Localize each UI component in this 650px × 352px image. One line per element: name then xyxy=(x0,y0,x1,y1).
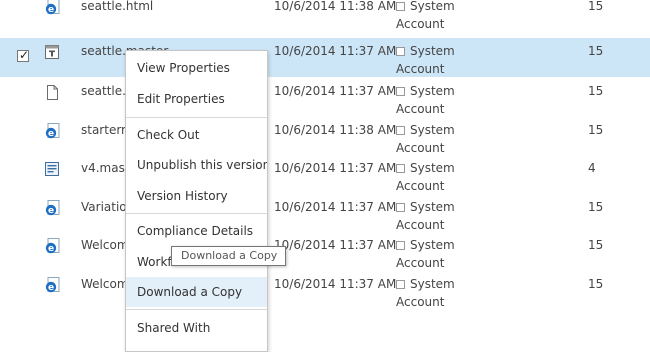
version-number: 4 xyxy=(588,161,596,175)
svg-text:e: e xyxy=(48,283,54,293)
ie-html-file-icon: e xyxy=(44,0,60,16)
ie-html-file-icon: e xyxy=(44,200,60,217)
ie-html-file-icon: e xyxy=(44,123,60,140)
modified-by-user[interactable]: System xyxy=(410,277,455,291)
modified-by-user-line2[interactable]: Account xyxy=(396,17,444,31)
table-row[interactable]: e starterm 10/6/2014 11:38 AM System Acc… xyxy=(0,117,650,156)
menu-item-view-properties[interactable]: View Properties xyxy=(126,53,267,83)
menu-item-shared-with[interactable]: Shared With xyxy=(126,313,267,343)
modified-by-user[interactable]: System xyxy=(410,0,455,13)
presence-indicator xyxy=(396,47,405,56)
modified-date: 10/6/2014 11:37 AM xyxy=(274,161,397,175)
table-row[interactable]: e Welcome 10/6/2014 11:37 AM System Acco… xyxy=(0,271,650,310)
presence-indicator xyxy=(396,164,405,173)
context-menu: View Properties Edit Properties Check Ou… xyxy=(125,50,268,352)
table-row[interactable]: e Variation 10/6/2014 11:37 AM System Ac… xyxy=(0,194,650,233)
version-number: 15 xyxy=(588,123,604,137)
ie-html-file-icon: e xyxy=(44,277,60,294)
presence-indicator xyxy=(396,126,405,135)
menu-separator xyxy=(126,309,267,310)
modified-by-user-line2[interactable]: Account xyxy=(396,295,444,309)
modified-date: 10/6/2014 11:38 AM xyxy=(274,0,397,13)
version-number: 15 xyxy=(588,277,604,291)
svg-text:e: e xyxy=(48,129,54,139)
svg-text:e: e xyxy=(48,244,54,254)
modified-date: 10/6/2014 11:37 AM xyxy=(274,44,397,58)
modified-date: 10/6/2014 11:38 AM xyxy=(274,123,397,137)
modified-by-user-line2[interactable]: Account xyxy=(396,62,444,76)
modified-by-user[interactable]: System xyxy=(410,84,455,98)
version-number: 15 xyxy=(588,238,604,252)
version-number: 15 xyxy=(588,84,604,98)
table-row[interactable]: seattle.p 10/6/2014 11:37 AM System Acco… xyxy=(0,78,650,117)
menu-item-version-history[interactable]: Version History xyxy=(126,181,267,211)
menu-separator xyxy=(126,213,267,214)
version-number: 15 xyxy=(588,200,604,214)
modified-by-user-line2[interactable]: Account xyxy=(396,218,444,232)
modified-by-user[interactable]: System xyxy=(410,161,455,175)
presence-indicator xyxy=(396,280,405,289)
version-number: 15 xyxy=(588,0,604,13)
menu-separator xyxy=(126,117,267,118)
presence-indicator xyxy=(396,203,405,212)
modified-date: 10/6/2014 11:37 AM xyxy=(274,84,397,98)
presence-indicator xyxy=(396,241,405,250)
ie-html-file-icon: e xyxy=(44,238,60,255)
svg-text:e: e xyxy=(48,206,54,216)
modified-by-user-line2[interactable]: Account xyxy=(396,256,444,270)
modified-by-user-line2[interactable]: Account xyxy=(396,141,444,155)
tooltip: Download a Copy xyxy=(171,246,287,266)
modified-date: 10/6/2014 11:37 AM xyxy=(274,200,397,214)
modified-by-user-line2[interactable]: Account xyxy=(396,179,444,193)
menu-item-compliance-details[interactable]: Compliance Details xyxy=(126,216,267,246)
table-row-selected[interactable]: ✓ seattle.master 10/6/2014 11:37 AM Syst… xyxy=(0,38,650,77)
svg-text:e: e xyxy=(48,5,54,15)
presence-indicator xyxy=(396,2,405,11)
table-row[interactable]: v4.maste 10/6/2014 11:37 AM System Accou… xyxy=(0,155,650,194)
file-name-link[interactable]: seattle.html xyxy=(81,0,153,13)
master-page-file-icon xyxy=(44,44,60,61)
table-row[interactable]: e Welcome 10/6/2014 11:37 AM System Acco… xyxy=(0,232,650,271)
blank-file-icon xyxy=(44,84,60,101)
version-number: 15 xyxy=(588,44,604,58)
modified-date: 10/6/2014 11:37 AM xyxy=(274,238,397,252)
modified-date: 10/6/2014 11:37 AM xyxy=(274,277,397,291)
menu-item-edit-properties[interactable]: Edit Properties xyxy=(126,84,267,114)
menu-item-unpublish-version[interactable]: Unpublish this version xyxy=(126,150,267,180)
master-page-file-icon xyxy=(44,161,60,178)
menu-item-download-copy[interactable]: Download a Copy xyxy=(126,277,267,307)
modified-by-user[interactable]: System xyxy=(410,238,455,252)
checkmark-icon: ✓ xyxy=(19,48,30,62)
presence-indicator xyxy=(396,87,405,96)
menu-item-check-out[interactable]: Check Out xyxy=(126,120,267,150)
modified-by-user[interactable]: System xyxy=(410,44,455,58)
modified-by-user-line2[interactable]: Account xyxy=(396,102,444,116)
row-checkbox[interactable]: ✓ xyxy=(17,48,30,62)
modified-by-user[interactable]: System xyxy=(410,123,455,137)
modified-by-user[interactable]: System xyxy=(410,200,455,214)
table-row[interactable]: e seattle.html 10/6/2014 11:38 AM System… xyxy=(0,0,650,32)
